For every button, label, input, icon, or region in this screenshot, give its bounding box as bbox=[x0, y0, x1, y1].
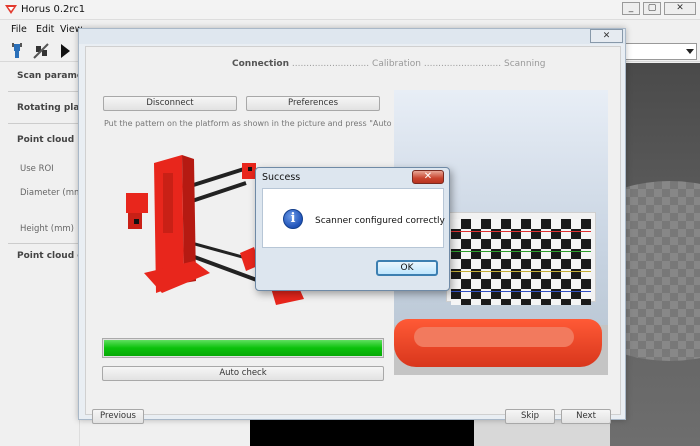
height-label: Height (mm) bbox=[20, 224, 74, 234]
chevron-down-icon bbox=[686, 49, 694, 54]
detected-line bbox=[451, 291, 591, 292]
success-dialog: Success ✕ i Scanner configured correctly… bbox=[255, 167, 450, 291]
app-titlebar: Horus 0.2rc1 _ ▢ ✕ bbox=[0, 0, 700, 20]
instruction-text: Put the pattern on the platform as shown… bbox=[104, 119, 422, 128]
horus-logo-icon bbox=[5, 5, 17, 14]
detected-line bbox=[451, 271, 591, 272]
disconnect-button[interactable]: Disconnect bbox=[103, 96, 237, 111]
ok-button[interactable]: OK bbox=[376, 260, 438, 276]
use-roi-label: Use ROI bbox=[20, 164, 54, 174]
divider bbox=[8, 123, 80, 124]
menu-edit[interactable]: Edit bbox=[36, 24, 54, 35]
wizard-titlebar bbox=[79, 29, 625, 44]
step-calibration: Calibration bbox=[372, 59, 421, 69]
step-scanning: Scanning bbox=[504, 59, 546, 69]
diameter-label: Diameter (mm) bbox=[20, 188, 86, 198]
play-icon[interactable] bbox=[56, 42, 74, 60]
wizard-steps: Connection ........................... C… bbox=[232, 59, 546, 69]
info-icon: i bbox=[283, 209, 303, 229]
wizard-close-button[interactable]: ✕ bbox=[590, 29, 623, 43]
menu-file[interactable]: File bbox=[11, 24, 27, 35]
maximize-button[interactable]: ▢ bbox=[643, 2, 661, 15]
next-button[interactable]: Next bbox=[561, 409, 611, 424]
side-panel: Scan paramete Rotating platfo Point clou… bbox=[0, 63, 98, 446]
view-select[interactable] bbox=[625, 43, 697, 60]
calibration-pattern bbox=[446, 212, 596, 305]
dialog-body: i Scanner configured correctly bbox=[262, 188, 445, 248]
previous-button[interactable]: Previous bbox=[92, 409, 144, 424]
skip-button[interactable]: Skip bbox=[505, 409, 555, 424]
dialog-close-button[interactable]: ✕ bbox=[412, 170, 444, 184]
step-separator: ........................... bbox=[423, 59, 502, 69]
detected-line bbox=[451, 231, 591, 232]
app-title: Horus 0.2rc1 bbox=[21, 4, 86, 15]
connect-icon[interactable] bbox=[8, 42, 26, 60]
minimize-button[interactable]: _ bbox=[622, 2, 640, 15]
close-window-button[interactable]: ✕ bbox=[664, 2, 696, 15]
step-connection: Connection bbox=[232, 59, 290, 69]
dialog-title: Success bbox=[262, 172, 301, 183]
auto-check-button[interactable]: Auto check bbox=[102, 366, 384, 381]
progress-bar bbox=[102, 338, 384, 358]
platform-slot bbox=[414, 327, 574, 347]
divider bbox=[8, 243, 80, 244]
progress-fill bbox=[104, 340, 382, 356]
desktop-strip bbox=[250, 420, 474, 446]
disconnect-icon[interactable] bbox=[32, 42, 50, 60]
preferences-button[interactable]: Preferences bbox=[246, 96, 380, 111]
detected-line bbox=[451, 251, 591, 252]
divider bbox=[8, 91, 80, 92]
step-separator: ........................... bbox=[291, 59, 370, 69]
platform-base bbox=[394, 319, 602, 367]
dialog-message: Scanner configured correctly bbox=[315, 216, 445, 226]
